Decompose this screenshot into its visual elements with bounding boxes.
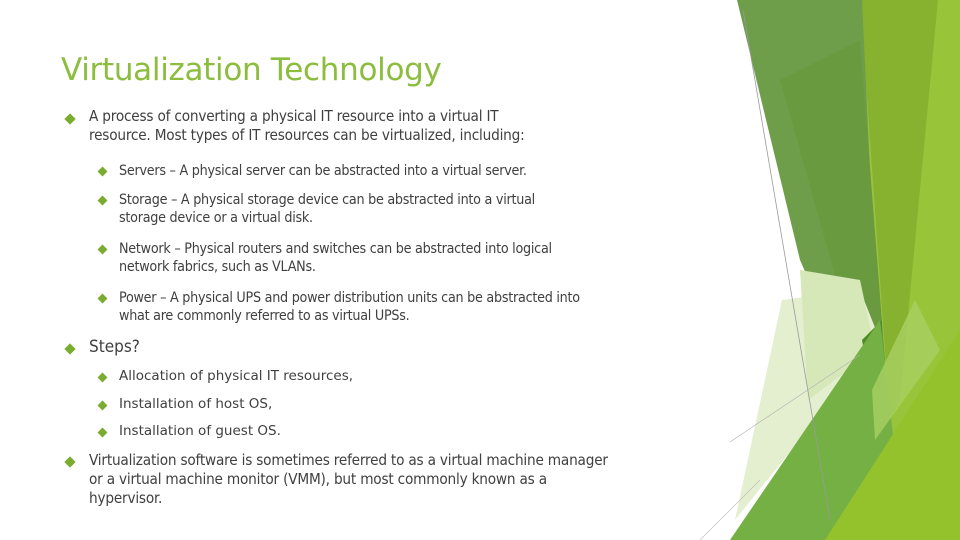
bullet-3-line-2: or a virtual machine monitor (VMM), but … <box>89 470 547 488</box>
sub-bullet-network-line-1: Network – Physical routers and switches … <box>119 241 552 257</box>
sub-bullet-host-os: Installation of host OS, <box>119 396 273 412</box>
sub-bullet-network-line-2: network fabrics, such as VLANs. <box>119 259 316 275</box>
sub-bullet-servers: Servers – A physical server can be abstr… <box>119 163 527 179</box>
facet-dark-band <box>780 40 885 400</box>
bullet-diamond-icon <box>97 372 108 383</box>
bullet-3-line-1: Virtualization software is sometimes ref… <box>89 451 608 469</box>
sub-bullet-storage-line-1: Storage – A physical storage device can … <box>119 192 535 208</box>
sub-bullet-power-line-2: what are commonly referred to as virtual… <box>119 308 410 324</box>
facet-deep-wedge <box>862 320 882 400</box>
bullet-diamond-icon <box>97 427 108 438</box>
bullet-diamond-icon <box>64 456 76 468</box>
bullet-2-steps: Steps? <box>89 337 140 357</box>
bullet-diamond-icon <box>97 400 108 411</box>
bullet-diamond-icon <box>64 113 76 125</box>
sub-bullet-power-line-1: Power – A physical UPS and power distrib… <box>119 290 580 306</box>
thin-line-bottom <box>699 479 761 540</box>
bullet-1-line-2: resource. Most types of IT resources can… <box>89 126 525 144</box>
facet-dark-left <box>737 0 880 420</box>
facet-mid-green <box>860 0 938 420</box>
thin-line-cross <box>729 354 861 443</box>
facet-lime-lower <box>825 330 960 540</box>
facet-pale-strip <box>735 290 880 520</box>
bullet-diamond-icon <box>97 195 108 206</box>
sub-bullet-allocation: Allocation of physical IT resources, <box>119 368 354 384</box>
slide-title: Virtualization Technology <box>61 52 442 88</box>
bullet-diamond-icon <box>97 244 108 255</box>
bullet-1-line-1: A process of converting a physical IT re… <box>89 107 499 125</box>
thin-line-diagonal <box>742 9 831 521</box>
facet-light-top <box>838 0 960 540</box>
sub-bullet-storage-line-2: storage device or a virtual disk. <box>119 210 313 226</box>
bullet-3-line-3: hypervisor. <box>89 489 163 507</box>
facet-light-lower <box>872 300 940 440</box>
bullet-diamond-icon <box>97 166 108 177</box>
facet-pale-strip-2 <box>800 270 875 400</box>
bullet-diamond-icon <box>64 343 76 355</box>
bullet-diamond-icon <box>97 293 108 304</box>
facet-mid-lower <box>730 320 905 540</box>
sub-bullet-guest-os: Installation of guest OS. <box>119 423 281 439</box>
